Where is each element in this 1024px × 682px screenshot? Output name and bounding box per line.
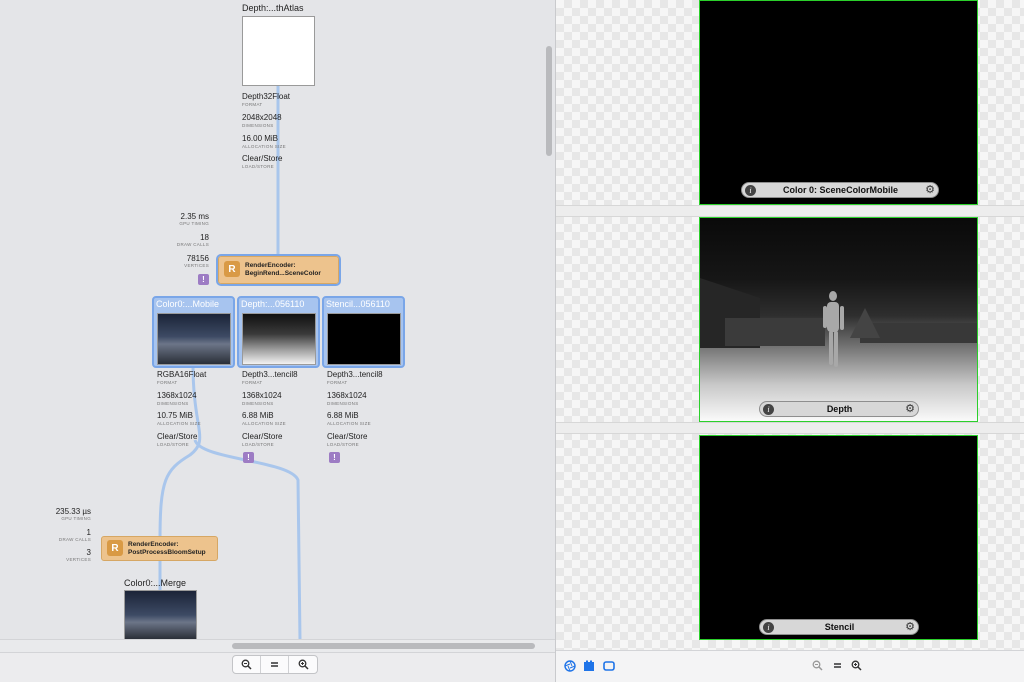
- meta-dims-shadow: 2048x2048 DIMENSIONS: [242, 113, 282, 128]
- attachment-label: Depth: [826, 404, 853, 414]
- encoder-name: PostProcessBloomSetup: [128, 549, 206, 556]
- horizontal-scrollbar[interactable]: [232, 643, 535, 649]
- attachment-separator: [556, 422, 1024, 434]
- depth-scene-image: [700, 278, 977, 367]
- info-icon[interactable]: i: [763, 621, 774, 633]
- zoom-out-icon[interactable]: [233, 656, 261, 673]
- encoder-label: RenderEncoder:: [128, 541, 179, 548]
- render-encoder-icon: R: [107, 540, 123, 556]
- attachment-label: Color 0: SceneColorMobile: [783, 185, 899, 195]
- thumbnail-depth: [242, 313, 316, 365]
- meta-format-color0: RGBA16Float FORMAT: [157, 370, 207, 385]
- meta-load-depth: Clear/Store LOAD/STORE: [242, 432, 283, 447]
- node-title-color0: Color0:...Mobile: [156, 299, 220, 309]
- meta-alloc-stencil: 6.88 MiB ALLOCATION SIZE: [327, 411, 371, 426]
- viewer-toolbar: [556, 650, 1024, 682]
- dependency-graph[interactable]: Depth:...thAtlas Depth32Float FORMAT 2048…: [0, 0, 555, 682]
- meta-load-stencil: Clear/Store LOAD/STORE: [327, 432, 368, 447]
- render-encoder-scene-color[interactable]: R RenderEncoder: BeginRend...SceneColor: [216, 254, 341, 286]
- graph-zoom-controls: [232, 655, 318, 674]
- zoom-out-icon[interactable]: [812, 660, 823, 674]
- node-title-stencil: Stencil...056110: [326, 299, 390, 309]
- thumbnail-color0: [157, 313, 231, 365]
- zoom-in-icon[interactable]: [289, 656, 317, 673]
- zoom-in-icon[interactable]: [851, 660, 862, 674]
- aperture-icon[interactable]: [564, 660, 576, 675]
- gear-icon[interactable]: ⚙: [905, 621, 915, 633]
- stat-draw-calls-bloom: 1 DRAW CALLS: [58, 528, 91, 542]
- node-stencil-selected[interactable]: Stencil...056110: [322, 296, 405, 368]
- node-title-merge: Color0:...Merge: [124, 578, 187, 588]
- meta-format-depth: Depth3...tencil8 FORMAT: [242, 370, 298, 385]
- meta-format-shadow: Depth32Float FORMAT: [242, 92, 291, 107]
- render-encoder-bloom-setup[interactable]: R RenderEncoder: PostProcessBloomSetup: [101, 536, 218, 561]
- meta-dims-color0: 1368x1024 DIMENSIONS: [157, 391, 197, 406]
- attachment-label-pill: i Stencil ⚙: [759, 619, 919, 635]
- attachment-depth[interactable]: i Depth ⚙: [699, 217, 978, 422]
- meta-load-shadow: Clear/Store LOAD/STORE: [242, 154, 283, 169]
- meta-alloc-shadow: 16.00 MiB ALLOCATION SIZE: [242, 134, 286, 149]
- vertical-scrollbar[interactable]: [546, 46, 552, 156]
- attachment-viewer: i Color 0: SceneColorMobile ⚙ i Depth ⚙ …: [556, 0, 1024, 682]
- attachment-label-pill: i Color 0: SceneColorMobile ⚙: [741, 182, 939, 198]
- thumbnail-stencil: [327, 313, 401, 365]
- attachment-label-pill: i Depth ⚙: [759, 401, 919, 417]
- zoom-fit-icon[interactable]: [832, 660, 843, 674]
- attachment-separator: [556, 205, 1024, 217]
- gpu-frame-debugger: Depth:...thAtlas Depth32Float FORMAT 2048…: [0, 0, 1024, 682]
- info-icon[interactable]: i: [763, 403, 774, 415]
- stat-draw-calls-scene: 18 DRAW CALLS: [176, 233, 209, 247]
- node-title-shadow: Depth:...thAtlas: [242, 3, 304, 13]
- thumbnail-shadow-atlas[interactable]: [242, 16, 315, 86]
- stat-gpu-timing-bloom: 235.33 µs GPU TIMING: [55, 507, 91, 521]
- meta-alloc-color0: 10.75 MiB ALLOCATION SIZE: [157, 411, 201, 426]
- attachment-stencil[interactable]: i Stencil ⚙: [699, 435, 978, 640]
- zoom-fit-icon[interactable]: [261, 656, 289, 673]
- warning-icon[interactable]: !: [243, 452, 254, 463]
- gear-icon[interactable]: ⚙: [925, 184, 935, 196]
- attachment-label: Stencil: [824, 622, 855, 632]
- encoder-name: BeginRend...SceneColor: [245, 270, 321, 277]
- warning-icon[interactable]: !: [329, 452, 340, 463]
- film-strip-icon[interactable]: [583, 660, 595, 675]
- meta-dims-depth: 1368x1024 DIMENSIONS: [242, 391, 282, 406]
- stat-vertices-bloom: 3 VERTICES: [66, 548, 91, 562]
- node-title-depth: Depth:...056110: [241, 299, 305, 309]
- gear-icon[interactable]: ⚙: [905, 403, 915, 415]
- thumbnail-merge[interactable]: [124, 590, 197, 640]
- stat-vertices-scene: 78156 VERTICES: [184, 254, 209, 268]
- attachment-color0[interactable]: i Color 0: SceneColorMobile ⚙: [699, 0, 978, 205]
- warning-icon[interactable]: !: [198, 274, 209, 285]
- encoder-label: RenderEncoder:: [245, 262, 296, 269]
- meta-alloc-depth: 6.88 MiB ALLOCATION SIZE: [242, 411, 286, 426]
- frame-icon[interactable]: [603, 660, 615, 675]
- meta-load-color0: Clear/Store LOAD/STORE: [157, 432, 198, 447]
- info-icon[interactable]: i: [745, 184, 756, 196]
- meta-dims-stencil: 1368x1024 DIMENSIONS: [327, 391, 367, 406]
- meta-format-stencil: Depth3...tencil8 FORMAT: [327, 370, 383, 385]
- node-depth-selected[interactable]: Depth:...056110: [237, 296, 320, 368]
- render-encoder-icon: R: [224, 261, 240, 277]
- stat-gpu-timing-scene: 2.35 ms GPU TIMING: [179, 212, 209, 226]
- node-color0-selected[interactable]: Color0:...Mobile: [152, 296, 235, 368]
